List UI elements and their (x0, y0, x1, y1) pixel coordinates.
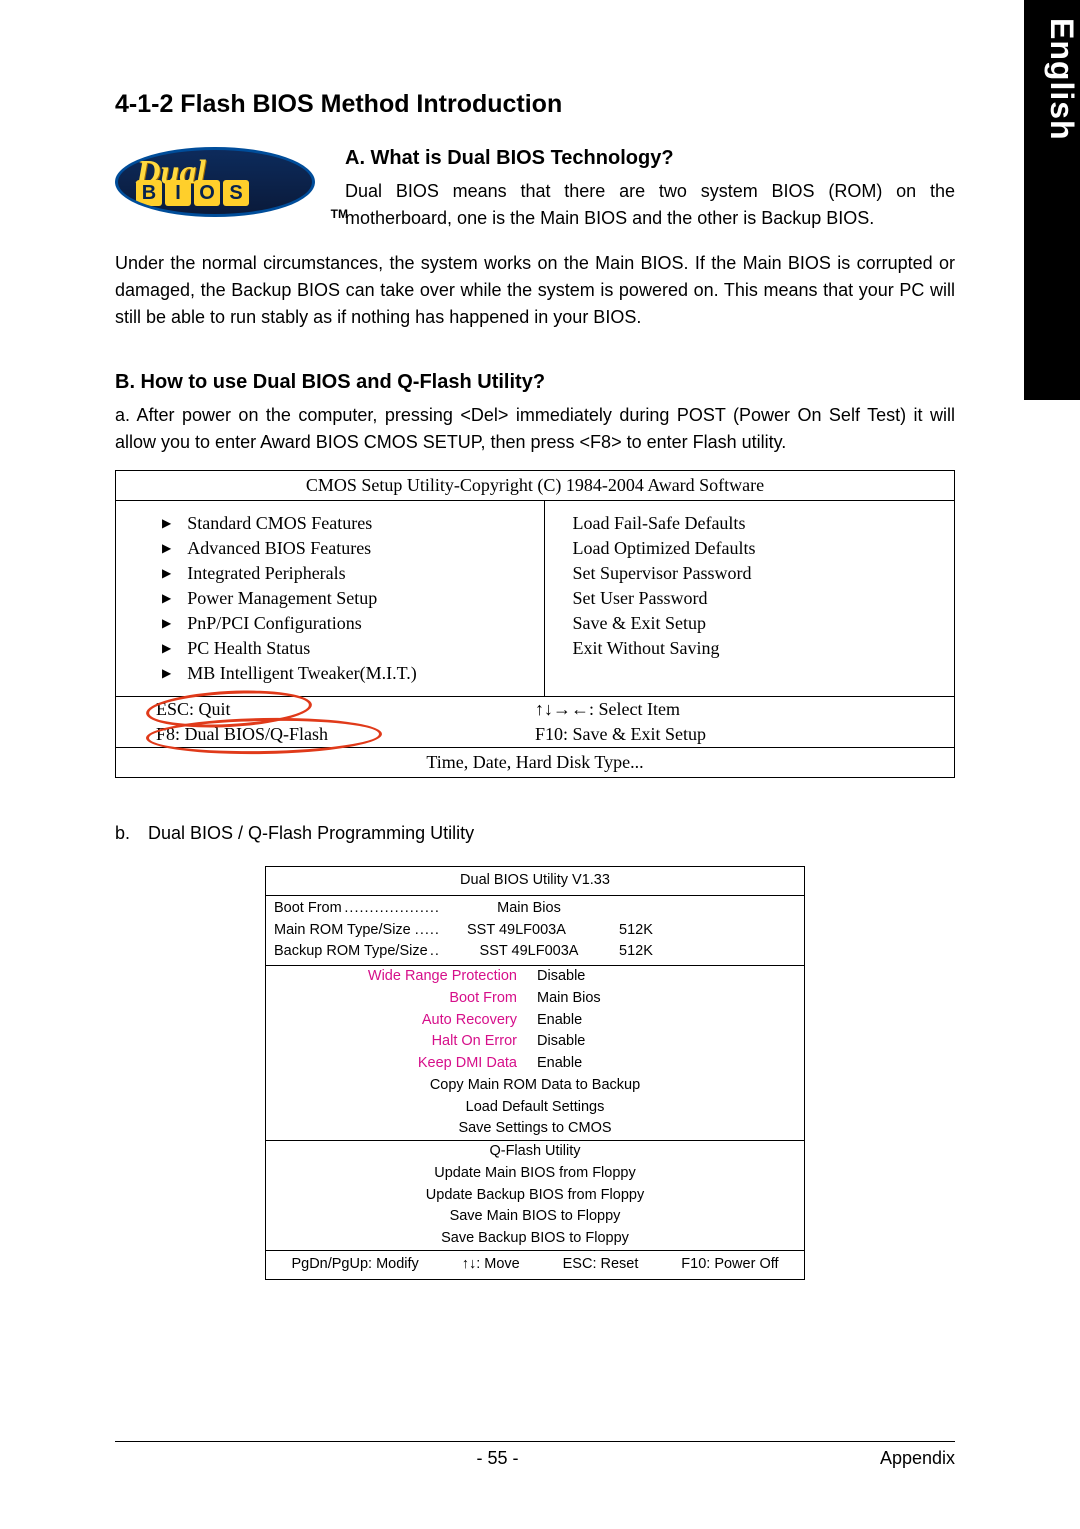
util-info-value: SST 49LF003A (439, 920, 619, 942)
util-action-row: Load Default Settings (266, 1097, 804, 1119)
page-number: - 55 - (115, 1448, 880, 1469)
util-info-label: Main ROM Type/Size (274, 922, 413, 938)
cmos-item-label: Integrated Peripherals (187, 563, 345, 584)
cmos-item-label: Power Management Setup (187, 588, 377, 609)
cmos-item-label: Load Fail-Safe Defaults (573, 513, 746, 534)
submenu-icon: ▶ (162, 666, 171, 681)
cmos-menu-item: ▶ PnP/PCI Configurations (162, 611, 532, 636)
util-opt-label: Keep DMI Data (266, 1053, 535, 1075)
subsection-a-p2: Under the normal circumstances, the syst… (115, 250, 955, 331)
cmos-item-label: Set Supervisor Password (573, 563, 752, 584)
submenu-icon: ▶ (162, 591, 171, 606)
logo-tm: TM (331, 207, 348, 221)
submenu-icon: ▶ (162, 616, 171, 631)
util-hint: PgDn/PgUp: Modify (291, 1254, 418, 1276)
cmos-menu-item: ▶ PC Health Status (162, 636, 532, 661)
util-info-label: Boot From (274, 900, 344, 916)
util-qflash-label: Q-Flash Utility (266, 1141, 804, 1163)
util-option-row: Keep DMI DataEnable (266, 1053, 804, 1075)
cmos-menu-item: Save & Exit Setup (573, 611, 943, 636)
cmos-item-label: PnP/PCI Configurations (187, 613, 362, 634)
footer-section: Appendix (880, 1448, 955, 1469)
cmos-menu-item: ▶ MB Intelligent Tweaker(M.I.T.) (162, 661, 532, 686)
logo-letter: B (136, 180, 162, 206)
util-action-row: Copy Main ROM Data to Backup (266, 1075, 804, 1097)
cmos-menu-item: ▶ Integrated Peripherals (162, 561, 532, 586)
util-action-row: Save Main BIOS to Floppy (266, 1206, 804, 1228)
util-opt-label: Auto Recovery (266, 1010, 535, 1032)
util-hint: ↑↓: Move (462, 1254, 520, 1276)
util-opt-value: Enable (535, 1053, 804, 1075)
subsection-b-pb: Dual BIOS / Q-Flash Programming Utility (148, 823, 474, 844)
util-opt-label: Halt On Error (266, 1031, 535, 1053)
util-action-row: Save Backup BIOS to Floppy (266, 1228, 804, 1250)
util-opt-value: Enable (535, 1010, 804, 1032)
util-action-row: Save Settings to CMOS (266, 1118, 804, 1140)
page-content: 4-1-2 Flash BIOS Method Introduction Dua… (115, 90, 955, 1280)
util-opt-value: Disable (535, 1031, 804, 1053)
util-info-label: Backup ROM Type/Size (274, 943, 430, 959)
cmos-item-label: MB Intelligent Tweaker(M.I.T.) (187, 663, 417, 684)
submenu-icon: ▶ (162, 566, 171, 581)
cmos-setup-screenshot: CMOS Setup Utility-Copyright (C) 1984-20… (115, 470, 955, 778)
cmos-item-label: Load Optimized Defaults (573, 538, 756, 559)
cmos-item-label: Advanced BIOS Features (187, 538, 371, 559)
util-action-row: Update Main BIOS from Floppy (266, 1163, 804, 1185)
logo-letter: O (194, 180, 220, 206)
language-tab: English (1024, 0, 1080, 400)
logo-letter: S (223, 180, 249, 206)
util-opt-value: Main Bios (535, 988, 804, 1010)
util-info-row: Boot From Main Bios (274, 898, 796, 920)
cmos-item-label: Set User Password (573, 588, 708, 609)
cmos-menu-item: Set Supervisor Password (573, 561, 943, 586)
subsection-a-heading: A. What is Dual BIOS Technology? (345, 147, 955, 170)
cmos-menu-item: Load Fail-Safe Defaults (573, 511, 943, 536)
cmos-menu-item: Set User Password (573, 586, 943, 611)
util-option-row: Wide Range ProtectionDisable (266, 966, 804, 988)
cmos-hint-f8: F8: Dual BIOS/Q-Flash (156, 724, 328, 744)
util-info-row: Main ROM Type/Size SST 49LF003A 512K (274, 920, 796, 942)
util-info-value: SST 49LF003A (439, 941, 619, 963)
cmos-hint-f10: F10: Save & Exit Setup (535, 724, 706, 744)
submenu-icon: ▶ (162, 641, 171, 656)
cmos-item-label: Standard CMOS Features (187, 513, 372, 534)
cmos-menu-item: Load Optimized Defaults (573, 536, 943, 561)
util-hint: F10: Power Off (681, 1254, 778, 1276)
cmos-item-label: Exit Without Saving (573, 638, 720, 659)
util-action-row: Update Backup BIOS from Floppy (266, 1185, 804, 1207)
util-header: Dual BIOS Utility V1.33 (266, 867, 804, 896)
cmos-item-label: Save & Exit Setup (573, 613, 707, 634)
util-option-row: Boot FromMain Bios (266, 988, 804, 1010)
cmos-header: CMOS Setup Utility-Copyright (C) 1984-20… (116, 471, 954, 500)
section-title: 4-1-2 Flash BIOS Method Introduction (115, 90, 955, 119)
subsection-b-pb-label: b. (115, 823, 130, 844)
logo-letter: I (165, 180, 191, 206)
cmos-item-label: PC Health Status (187, 638, 310, 659)
util-opt-label: Boot From (266, 988, 535, 1010)
util-opt-value: Disable (535, 966, 804, 988)
dual-bios-utility-screenshot: Dual BIOS Utility V1.33 Boot From Main B… (265, 866, 805, 1280)
submenu-icon: ▶ (162, 541, 171, 556)
page-footer: - 55 - Appendix (115, 1441, 955, 1469)
subsection-b-heading: B. How to use Dual BIOS and Q-Flash Util… (115, 371, 955, 394)
cmos-hint-select: ↑↓→←: Select Item (535, 699, 680, 719)
cmos-menu-item: Exit Without Saving (573, 636, 943, 661)
util-option-row: Auto RecoveryEnable (266, 1010, 804, 1032)
cmos-hint-esc: ESC: Quit (156, 699, 231, 719)
util-option-row: Halt On ErrorDisable (266, 1031, 804, 1053)
dual-bios-logo: Dual B I O S TM (115, 147, 323, 227)
submenu-icon: ▶ (162, 516, 171, 531)
util-info-value: Main Bios (439, 898, 619, 920)
subsection-b-pa: a. After power on the computer, pressing… (115, 402, 955, 456)
subsection-a-p1: Dual BIOS means that there are two syste… (345, 178, 955, 232)
cmos-menu-item: ▶ Power Management Setup (162, 586, 532, 611)
util-info-size: 512K (619, 920, 719, 942)
util-info-size: 512K (619, 941, 719, 963)
cmos-menu-item: ▶ Standard CMOS Features (162, 511, 532, 536)
util-hint: ESC: Reset (563, 1254, 639, 1276)
cmos-menu-item: ▶ Advanced BIOS Features (162, 536, 532, 561)
util-info-size (619, 898, 719, 920)
util-info-row: Backup ROM Type/Size SST 49LF003A 512K (274, 941, 796, 963)
util-opt-label: Wide Range Protection (266, 966, 535, 988)
